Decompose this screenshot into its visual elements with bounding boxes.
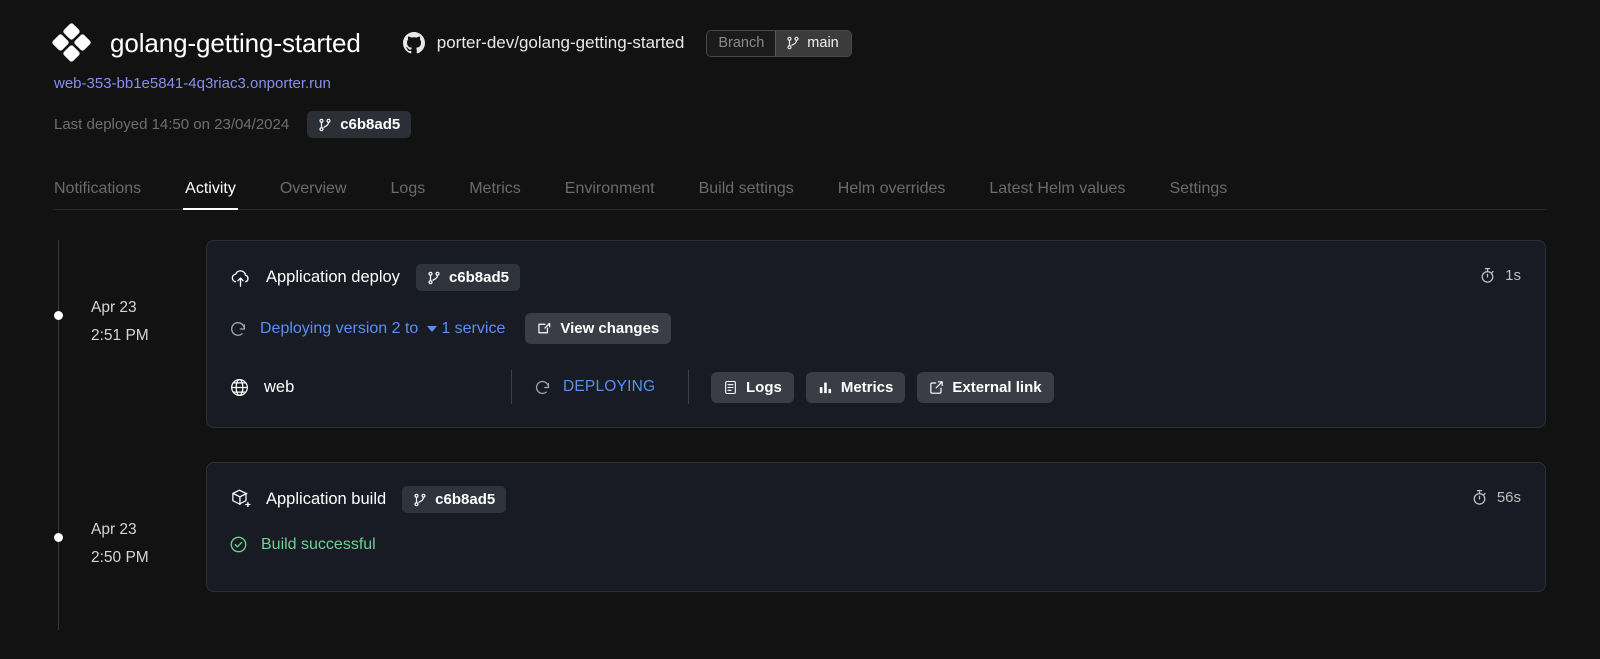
- build-status-text: Build successful: [261, 535, 376, 553]
- timeline-timestamp-deploy: Apr 23 2:51 PM: [54, 240, 206, 350]
- timeline-timestamp-build: Apr 23 2:50 PM: [54, 462, 206, 572]
- commit-hash: c6b8ad5: [340, 116, 401, 133]
- spinner-icon: [534, 379, 551, 396]
- event-time: 2:50 PM: [91, 549, 149, 566]
- deploy-card: 1s Application deploy c6b8ad5 Deploying …: [206, 240, 1546, 428]
- build-duration-text: 56s: [1496, 489, 1521, 506]
- external-link-button[interactable]: External link: [917, 371, 1054, 403]
- build-card-header: Application build c6b8ad5: [229, 486, 1519, 513]
- deploy-services-count[interactable]: 1 service: [441, 320, 505, 338]
- tab-latest-helm-values[interactable]: Latest Helm values: [989, 180, 1125, 209]
- external-link-button-label: External link: [952, 378, 1042, 396]
- stopwatch-icon: [1471, 489, 1488, 506]
- tab-bar: Notifications Activity Overview Logs Met…: [54, 170, 1546, 210]
- github-icon: [402, 32, 425, 54]
- git-branch-icon: [413, 493, 427, 507]
- logs-button-label: Logs: [746, 378, 782, 396]
- view-changes-label: View changes: [560, 320, 660, 337]
- repo-link[interactable]: porter-dev/golang-getting-started: [402, 32, 685, 54]
- check-circle-icon: [229, 535, 248, 554]
- repo-name: porter-dev/golang-getting-started: [436, 33, 685, 52]
- tab-logs[interactable]: Logs: [391, 180, 426, 209]
- branch-name: main: [807, 35, 839, 51]
- activity-event-build: Apr 23 2:50 PM 56s Application build c6b…: [54, 462, 1546, 592]
- timeline-dot: [54, 533, 63, 542]
- event-time: 2:51 PM: [91, 327, 149, 344]
- box-plus-icon: [229, 488, 252, 511]
- chevron-down-icon[interactable]: [427, 325, 438, 332]
- build-duration: 56s: [1471, 489, 1521, 506]
- build-commit-hash: c6b8ad5: [435, 491, 496, 508]
- deploy-commit-hash: c6b8ad5: [448, 269, 509, 286]
- deploy-duration-text: 1s: [1505, 267, 1521, 284]
- stopwatch-icon: [1479, 267, 1496, 284]
- deploy-commit-badge[interactable]: c6b8ad5: [415, 264, 520, 291]
- service-status-cell: DEPLOYING: [512, 378, 688, 396]
- logs-button[interactable]: Logs: [711, 371, 794, 403]
- deploy-status-text: Deploying version 2 to: [260, 319, 419, 337]
- service-name: web: [264, 377, 295, 396]
- build-card-title: Application build: [266, 490, 387, 508]
- external-link-icon: [929, 380, 944, 395]
- metrics-button-label: Metrics: [840, 378, 894, 396]
- deploy-duration: 1s: [1479, 267, 1521, 284]
- tab-metrics[interactable]: Metrics: [469, 180, 521, 209]
- last-deployed-text: Last deployed 14:50 on 23/04/2024: [54, 116, 290, 133]
- deploy-service-row: web DEPLOYING Logs Metrics External link: [229, 370, 1519, 404]
- git-branch-icon: [427, 271, 441, 285]
- tab-build-settings[interactable]: Build settings: [699, 180, 794, 209]
- build-commit-badge[interactable]: c6b8ad5: [402, 486, 507, 513]
- deploy-card-title: Application deploy: [266, 268, 400, 286]
- commit-badge[interactable]: c6b8ad5: [307, 111, 412, 138]
- branch-badge-label: Branch: [707, 30, 776, 56]
- activity-event-deploy: Apr 23 2:51 PM 1s Application deploy c6b…: [54, 240, 1546, 428]
- tab-settings[interactable]: Settings: [1169, 180, 1227, 209]
- git-branch-icon: [318, 118, 332, 132]
- activity-timeline: Apr 23 2:51 PM 1s Application deploy c6b…: [54, 240, 1546, 630]
- service-status-text: DEPLOYING: [563, 378, 656, 395]
- tab-activity[interactable]: Activity: [183, 180, 238, 210]
- porter-diamond-logo: [51, 22, 92, 63]
- tab-environment[interactable]: Environment: [565, 180, 655, 209]
- globe-icon: [229, 377, 250, 398]
- build-status-row: Build successful: [229, 535, 1519, 554]
- event-date: Apr 23: [91, 521, 137, 538]
- cloud-upload-icon: [229, 266, 252, 289]
- page-title: golang-getting-started: [110, 27, 361, 58]
- git-branch-icon: [786, 36, 800, 50]
- view-changes-button[interactable]: View changes: [525, 313, 672, 344]
- tab-helm-overrides[interactable]: Helm overrides: [838, 180, 946, 209]
- service-name-cell: web: [229, 377, 511, 398]
- page-header: golang-getting-started porter-dev/golang…: [51, 0, 1546, 63]
- tab-overview[interactable]: Overview: [280, 180, 347, 209]
- tab-notifications[interactable]: Notifications: [54, 180, 141, 209]
- build-card: 56s Application build c6b8ad5 Build succ…: [206, 462, 1546, 592]
- activity-page: golang-getting-started porter-dev/golang…: [0, 0, 1600, 659]
- last-deployed-row: Last deployed 14:50 on 23/04/2024 c6b8ad…: [54, 111, 1546, 138]
- event-date: Apr 23: [91, 299, 137, 316]
- service-action-buttons: Logs Metrics External link: [689, 371, 1054, 403]
- edit-square-icon: [537, 321, 552, 336]
- bar-chart-icon: [818, 380, 833, 395]
- spinner-icon: [229, 320, 247, 338]
- metrics-button[interactable]: Metrics: [805, 371, 906, 403]
- branch-badge-value: main: [775, 30, 851, 56]
- deployment-url-link[interactable]: web-353-bb1e5841-4q3riac3.onporter.run: [54, 75, 331, 92]
- deploy-status-row: Deploying version 2 to 1 service View ch…: [229, 313, 1519, 344]
- branch-badge[interactable]: Branch main: [706, 29, 852, 57]
- deploy-card-header: Application deploy c6b8ad5: [229, 264, 1519, 291]
- timeline-dot: [54, 311, 63, 320]
- document-icon: [723, 380, 738, 395]
